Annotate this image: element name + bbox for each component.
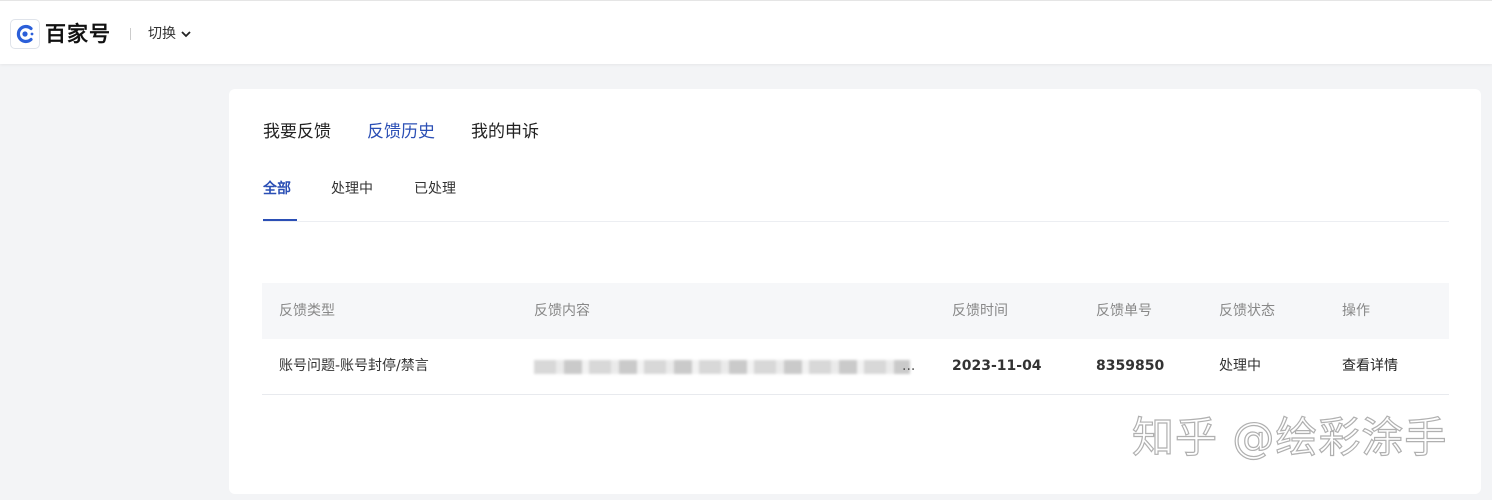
feedback-time-cell: 2023-11-04: [952, 358, 1042, 374]
top-bar: 百家号 切换: [0, 0, 1492, 64]
status-filter-tabs: 全部 处理中 已处理: [263, 177, 1449, 222]
switch-label: 切换: [148, 26, 176, 42]
switch-account-button[interactable]: 切换: [148, 23, 191, 45]
table-row: 账号问题-账号封停/禁言 ... 2023-11-04 8359850 处理中 …: [262, 339, 1449, 395]
column-header: 反馈单号: [1096, 303, 1152, 319]
feedback-status-cell: 处理中: [1219, 358, 1261, 374]
baijiahao-logo-icon[interactable]: [10, 19, 40, 49]
tab-submit-feedback[interactable]: 我要反馈: [263, 119, 331, 145]
logo-divider: [130, 28, 131, 40]
main-tabs: 我要反馈 反馈历史 我的申诉: [263, 119, 539, 145]
logo-text[interactable]: 百家号: [45, 19, 111, 49]
column-header: 操作: [1342, 303, 1370, 319]
tab-processing[interactable]: 处理中: [331, 177, 373, 201]
feedback-type-cell: 账号问题-账号封停/禁言: [279, 358, 429, 374]
chevron-down-icon: [181, 23, 191, 45]
active-tab-indicator: [263, 219, 297, 221]
tab-feedback-history[interactable]: 反馈历史: [367, 119, 435, 145]
redacted-content: [534, 360, 910, 374]
column-header: 反馈时间: [952, 303, 1008, 319]
table-header: 反馈类型 反馈内容 反馈时间 反馈单号 反馈状态 操作: [262, 283, 1449, 339]
column-header: 反馈类型: [279, 303, 335, 319]
tab-processed[interactable]: 已处理: [414, 177, 456, 201]
watermark-text: 知乎 @绘彩涂手: [1131, 412, 1448, 462]
tab-my-appeals[interactable]: 我的申诉: [471, 119, 539, 145]
column-header: 反馈内容: [534, 303, 590, 319]
content-ellipsis: ...: [902, 358, 916, 374]
tab-all[interactable]: 全部: [263, 177, 291, 201]
column-header: 反馈状态: [1219, 303, 1275, 319]
feedback-order-cell: 8359850: [1096, 358, 1165, 374]
feedback-table: 反馈类型 反馈内容 反馈时间 反馈单号 反馈状态 操作 账号问题-账号封停/禁言…: [262, 283, 1449, 395]
view-details-link[interactable]: 查看详情: [1342, 339, 1398, 393]
